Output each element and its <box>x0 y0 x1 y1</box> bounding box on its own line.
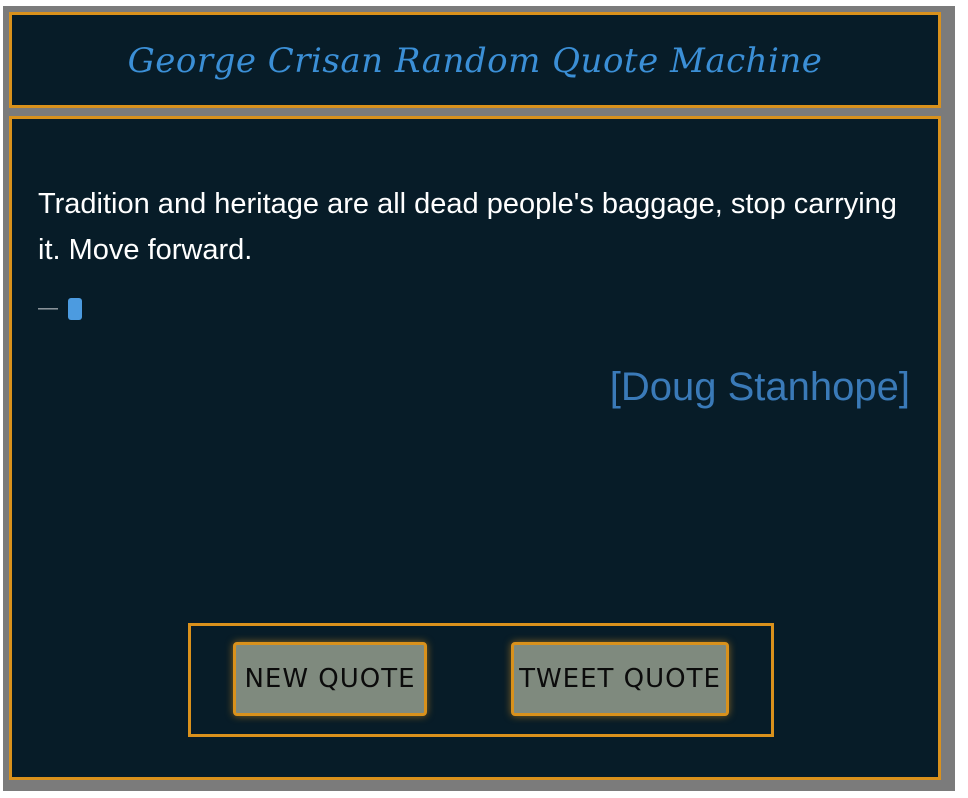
quote-dash: — <box>38 297 58 319</box>
app-frame: George Crisan Random Quote Machine Tradi… <box>3 6 955 791</box>
text-cursor-icon <box>68 297 82 320</box>
new-quote-button[interactable]: NEW QUOTE <box>233 642 427 716</box>
quote-panel: Tradition and heritage are all dead peop… <box>9 116 941 780</box>
quote-dash-row: — <box>38 297 82 320</box>
page-title: George Crisan Random Quote Machine <box>127 41 823 81</box>
quote-author: [Doug Stanhope] <box>609 365 910 409</box>
quote-text: Tradition and heritage are all dead peop… <box>38 188 897 266</box>
button-bar: NEW QUOTE TWEET QUOTE <box>188 623 774 737</box>
header: George Crisan Random Quote Machine <box>9 12 941 108</box>
tweet-quote-button[interactable]: TWEET QUOTE <box>511 642 729 716</box>
